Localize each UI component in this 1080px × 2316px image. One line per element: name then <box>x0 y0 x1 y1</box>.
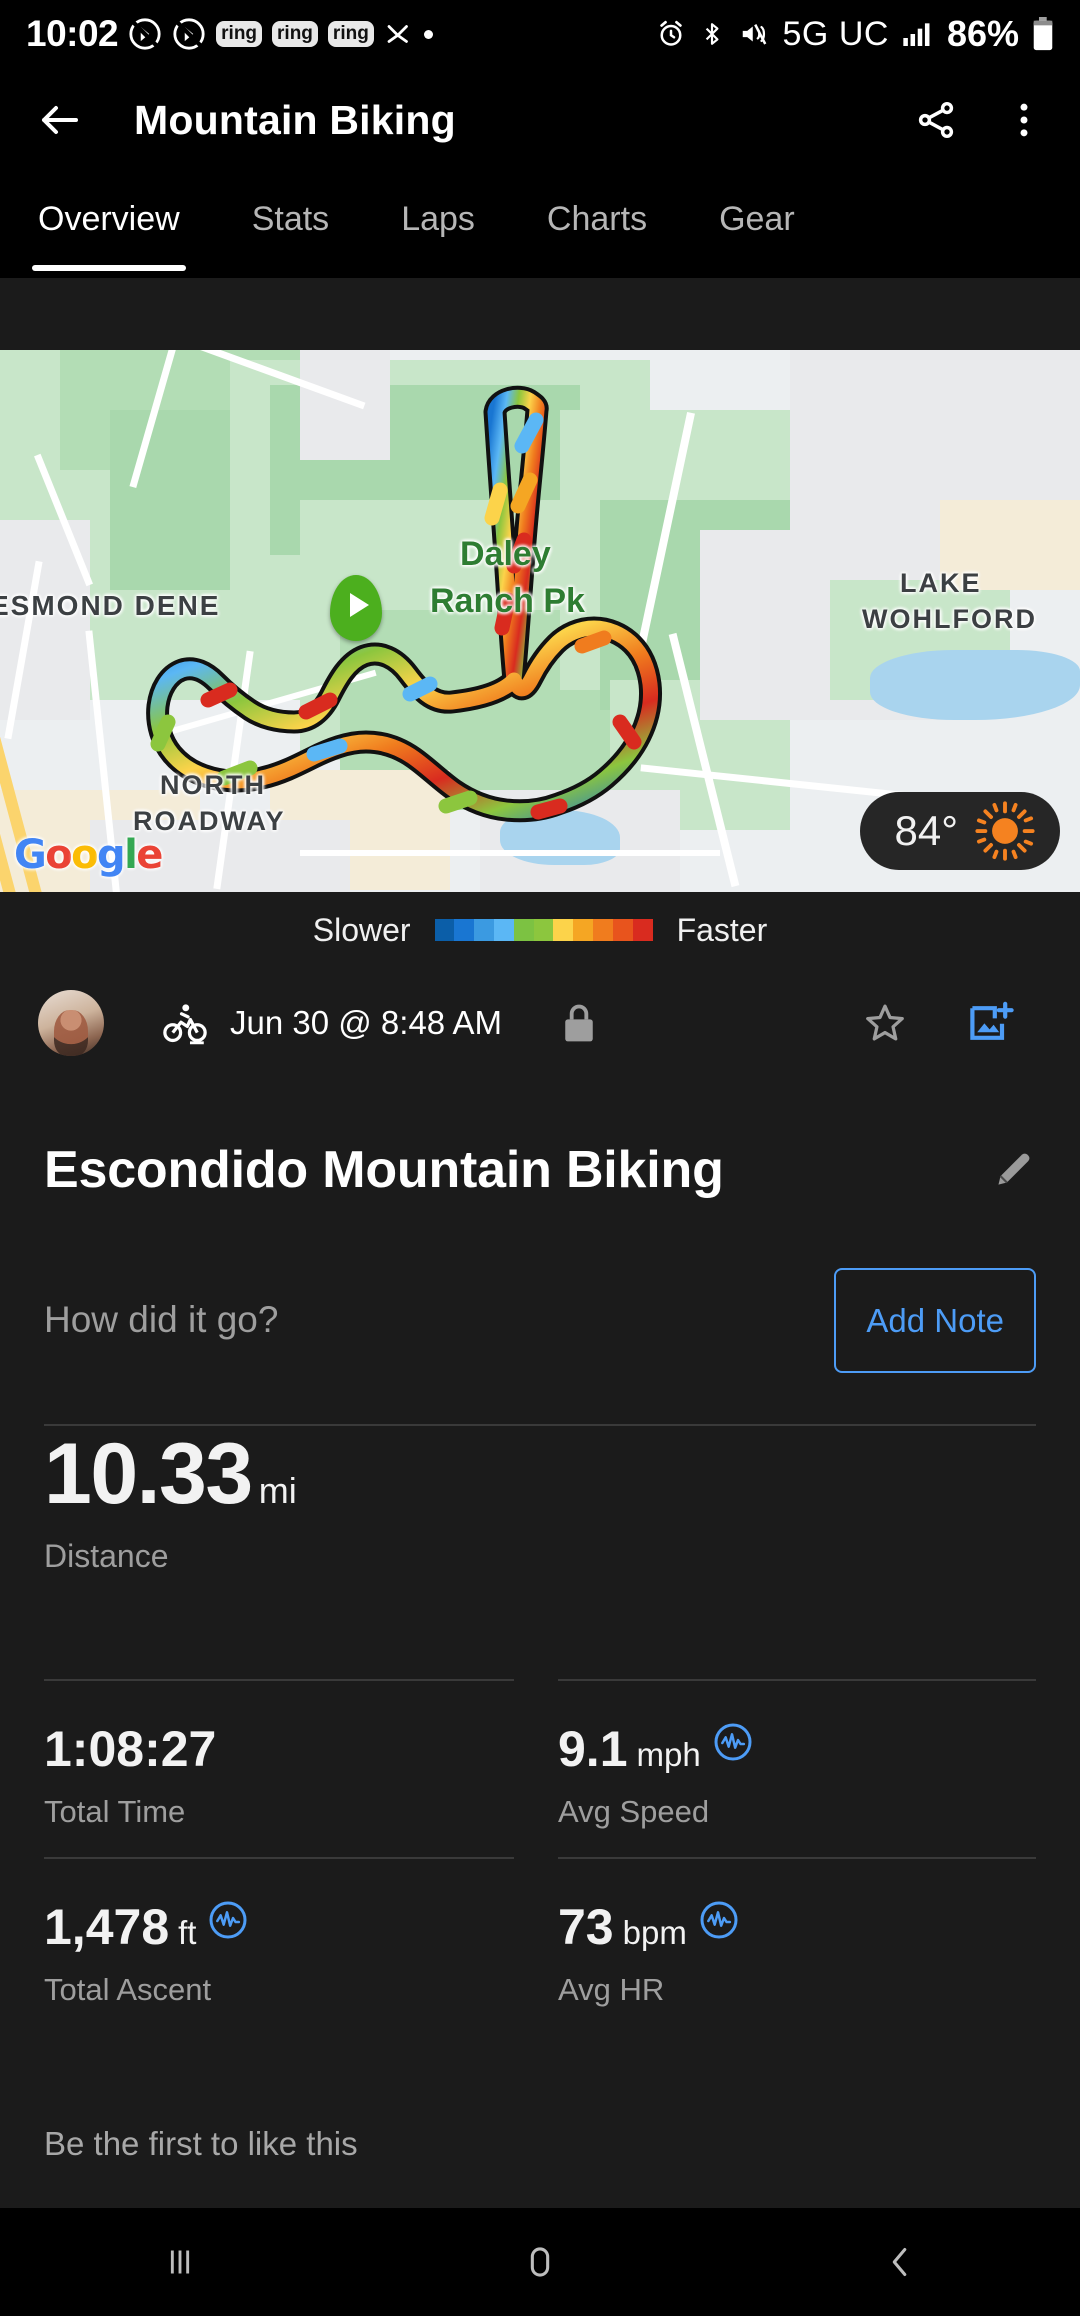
more-options-icon[interactable] <box>1004 98 1044 142</box>
legend-slower-label: Slower <box>312 911 411 948</box>
map-label-esmond-dene: ESMOND DENE <box>0 590 221 621</box>
recents-icon <box>170 2250 190 2274</box>
activity-map[interactable]: Daley Ranch Pk ESMOND DENE LAKE WOHLFORD… <box>0 350 1080 892</box>
stat-avg-speed-unit: mph <box>636 1736 701 1773</box>
nav-home-button[interactable] <box>360 2239 720 2285</box>
stat-total-ascent-label: Total Ascent <box>44 1972 212 2007</box>
google-logo: Google <box>14 832 163 878</box>
map-label-north: NORTH <box>160 770 266 800</box>
status-bar-left: 10:02 ring ring ring <box>26 13 433 55</box>
divider <box>558 1857 1036 1859</box>
legend-gradient-bar <box>434 919 653 941</box>
sun-icon <box>975 801 1035 861</box>
stat-distance-unit: mi <box>258 1470 297 1511</box>
status-time: 10:02 <box>26 13 119 54</box>
activity-meta-row: Jun 30 @ 8:48 AM <box>0 980 1080 1066</box>
stat-distance: 10.33 mi Distance <box>44 1425 297 1575</box>
status-bar: 10:02 ring ring ring 5G UC 86% <box>0 0 1080 68</box>
activity-datetime: Jun 30 @ 8:48 AM <box>230 1004 502 1041</box>
note-placeholder[interactable]: How did it go? <box>44 1299 278 1341</box>
map-label-ranch-pk: Ranch Pk <box>430 582 585 620</box>
star-outline-icon[interactable] <box>862 1000 908 1046</box>
alarm-icon <box>659 20 682 46</box>
weather-badge: 84° <box>860 792 1060 870</box>
stat-avg-hr-label: Avg HR <box>558 1972 665 2007</box>
ring-badge: ring <box>327 21 374 47</box>
ring-badge: ring <box>272 21 318 47</box>
battery-percent: 86% <box>946 13 1019 54</box>
note-row: How did it go? Add Note <box>0 1250 1080 1390</box>
stat-avg-hr: 73 bpm Avg HR <box>558 1898 739 2008</box>
signal-bars-icon <box>903 23 930 46</box>
tab-bar: Overview Stats Laps Charts Gear <box>0 172 1080 278</box>
home-icon <box>530 2247 550 2277</box>
map-label-lake: LAKE <box>900 568 982 598</box>
nav-recents-button[interactable] <box>0 2239 360 2285</box>
back-arrow-icon[interactable] <box>36 96 84 144</box>
divider <box>558 1679 1036 1681</box>
do-not-disturb-icon <box>173 18 205 50</box>
nav-back-button[interactable] <box>720 2239 1080 2285</box>
battery-icon <box>1033 17 1053 51</box>
tab-overview[interactable]: Overview <box>32 172 186 271</box>
stat-avg-speed-label: Avg Speed <box>558 1794 710 1829</box>
tab-gear[interactable]: Gear <box>719 172 795 239</box>
add-note-button[interactable]: Add Note <box>834 1267 1036 1373</box>
stat-total-ascent-unit: ft <box>178 1914 197 1951</box>
chart-waveform-icon[interactable] <box>713 1722 753 1762</box>
stat-avg-hr-value: 73 <box>558 1899 614 1955</box>
map-label-wohlford: WOHLFORD <box>862 604 1037 634</box>
stat-distance-label: Distance <box>44 1538 169 1574</box>
activity-detail-screen: 10:02 ring ring ring 5G UC 86% Mountain … <box>0 0 1080 2316</box>
network-label: 5G UC <box>782 14 889 53</box>
shuffle-icon <box>387 25 408 43</box>
stat-total-time-value: 1:08:27 <box>44 1721 217 1777</box>
pencil-icon[interactable] <box>990 1147 1036 1193</box>
likes-text[interactable]: Be the first to like this <box>44 2125 358 2163</box>
app-bar: Mountain Biking <box>0 68 1080 172</box>
add-photo-icon[interactable] <box>966 999 1014 1047</box>
divider <box>44 1857 514 1859</box>
divider <box>44 1679 514 1681</box>
stat-avg-speed-value: 9.1 <box>558 1721 628 1777</box>
speed-legend: Slower Faster <box>0 892 1080 968</box>
stat-avg-hr-unit: bpm <box>622 1914 687 1951</box>
stat-total-ascent-value: 1,478 <box>44 1899 170 1955</box>
chart-waveform-icon[interactable] <box>699 1900 739 1940</box>
activity-title-row: Escondido Mountain Biking <box>0 1140 1080 1200</box>
tab-charts[interactable]: Charts <box>547 172 647 239</box>
weather-temperature: 84° <box>894 807 958 854</box>
back-icon <box>892 2248 907 2276</box>
stat-avg-speed: 9.1 mph Avg Speed <box>558 1720 753 1830</box>
activity-title: Escondido Mountain Biking <box>44 1141 724 1199</box>
status-bar-right: 5G UC 86% <box>656 13 1054 55</box>
lock-icon[interactable] <box>560 1001 598 1045</box>
do-not-disturb-icon <box>129 18 161 50</box>
stat-total-ascent: 1,478 ft Total Ascent <box>44 1898 248 2008</box>
legend-faster-label: Faster <box>676 911 768 948</box>
bluetooth-icon <box>705 23 719 45</box>
tab-stats[interactable]: Stats <box>252 172 329 239</box>
app-bar-actions <box>914 98 1044 142</box>
mute-vibrate-icon <box>742 24 766 45</box>
dot-icon <box>423 29 433 39</box>
stat-total-time: 1:08:27 Total Time <box>44 1720 225 1830</box>
android-nav-bar <box>0 2208 1080 2316</box>
chart-waveform-icon[interactable] <box>208 1900 248 1940</box>
avatar[interactable] <box>38 990 104 1056</box>
map-label-daley: Daley <box>460 535 551 573</box>
play-triangle-icon <box>350 593 369 617</box>
mountain-biking-icon <box>163 1004 207 1045</box>
tab-laps[interactable]: Laps <box>401 172 475 239</box>
ring-badge: ring <box>216 21 263 47</box>
stat-distance-value: 10.33 <box>44 1426 253 1522</box>
page-title: Mountain Biking <box>134 96 456 143</box>
share-icon[interactable] <box>914 98 958 142</box>
stat-total-time-label: Total Time <box>44 1794 186 1829</box>
